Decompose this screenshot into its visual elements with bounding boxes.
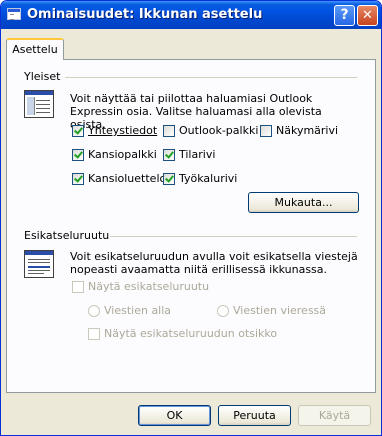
- close-button[interactable]: ✕: [357, 5, 378, 26]
- group-heading-general: Yleiset: [24, 70, 61, 83]
- checkbox-show-preview-label[interactable]: Näytä esikatseluruutu: [88, 280, 209, 293]
- radio-below-messages-label[interactable]: Viestien alla: [104, 304, 171, 317]
- cancel-button[interactable]: Peruuta: [218, 405, 291, 426]
- checkbox-status-bar[interactable]: [163, 149, 175, 161]
- checkbox-show-preview-header-label[interactable]: Näytä esikatseluruudun otsikko: [104, 327, 277, 340]
- group-divider: [65, 77, 357, 78]
- preview-description: Voit esikatseluruudun avulla voit esikat…: [70, 250, 358, 276]
- title-bar[interactable]: Ominaisuudet: Ikkunan asettelu ? ✕: [1, 1, 381, 29]
- window-title: Ominaisuudet: Ikkunan asettelu: [27, 7, 263, 22]
- checkbox-show-preview[interactable]: [72, 281, 84, 293]
- radio-beside-messages[interactable]: [217, 305, 229, 317]
- checkbox-contacts-label[interactable]: Yhteystiedot: [88, 124, 157, 137]
- checkbox-folder-bar-label[interactable]: Kansiopalkki: [88, 148, 157, 161]
- checkbox-show-preview-header[interactable]: [88, 328, 100, 340]
- ok-button[interactable]: OK: [138, 405, 211, 426]
- window-layout-icon: [7, 8, 21, 20]
- radio-beside-messages-label[interactable]: Viestien vieressä: [233, 304, 326, 317]
- radio-below-messages[interactable]: [88, 305, 100, 317]
- checkbox-toolbar[interactable]: [163, 173, 175, 185]
- checkbox-status-bar-label[interactable]: Tilarivi: [179, 148, 215, 161]
- properties-dialog: Ominaisuudet: Ikkunan asettelu ? ✕ Asett…: [0, 0, 382, 436]
- customize-button[interactable]: Mukauta...: [248, 192, 359, 213]
- group-divider: [110, 236, 357, 237]
- checkbox-folder-bar[interactable]: [72, 149, 84, 161]
- checkbox-contacts[interactable]: [72, 125, 84, 137]
- checkbox-views-bar[interactable]: [260, 125, 272, 137]
- preview-pane-icon: [24, 250, 54, 278]
- checkbox-views-bar-label[interactable]: Näkymärivi: [276, 124, 338, 137]
- checkbox-outlook-bar[interactable]: [163, 125, 175, 137]
- checkbox-outlook-bar-label[interactable]: Outlook-palkki: [179, 124, 258, 137]
- group-heading-preview: Esikatseluruutu: [24, 229, 110, 242]
- window-layout-icon: [24, 90, 54, 118]
- checkbox-folder-list-label[interactable]: Kansioluettelo: [88, 172, 166, 185]
- apply-button[interactable]: Käytä: [298, 405, 371, 426]
- checkbox-folder-list[interactable]: [72, 173, 84, 185]
- help-button[interactable]: ?: [334, 5, 355, 26]
- tab-asettelu[interactable]: Asettelu: [6, 38, 64, 60]
- checkbox-toolbar-label[interactable]: Työkalurivi: [179, 172, 237, 185]
- tab-panel: Yleiset Voit näyttää tai piilottaa halua…: [6, 59, 376, 393]
